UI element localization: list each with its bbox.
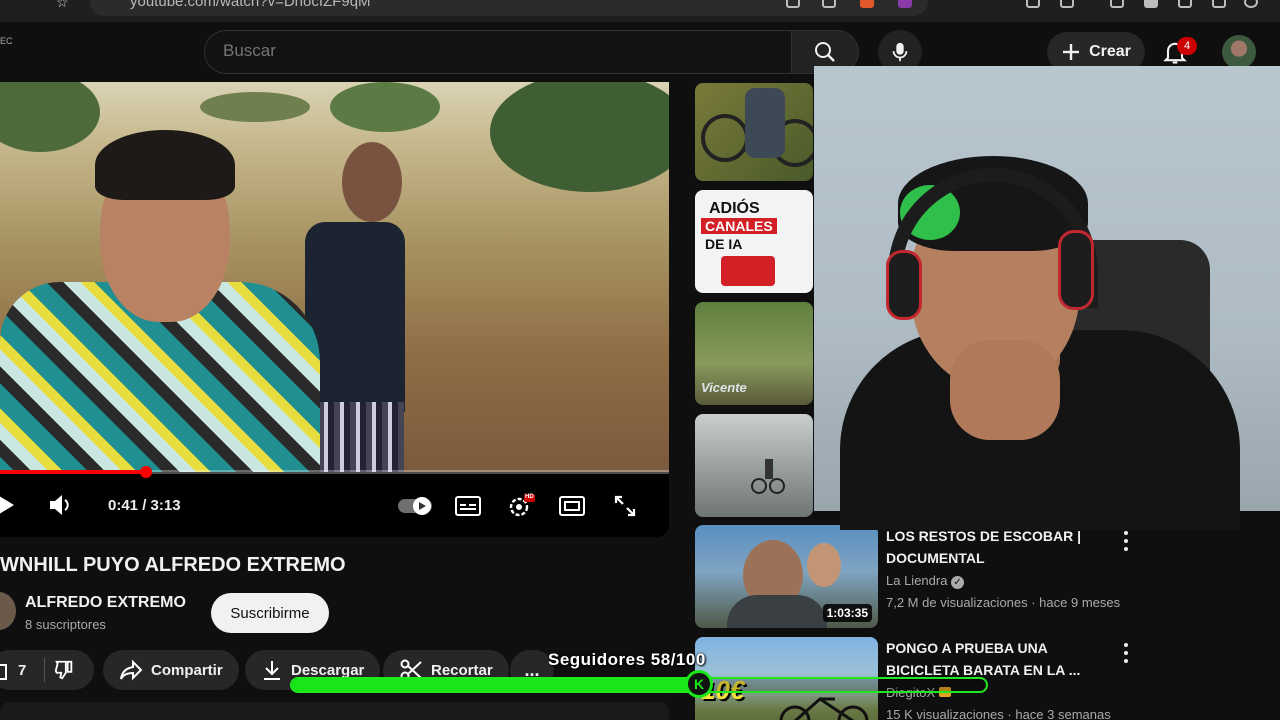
thumbnail-caption: Vicente [701,380,747,395]
settings-button[interactable]: HD [507,494,535,518]
share-arrow-icon [120,659,143,681]
thumbnail-text: ADIÓS [709,200,760,217]
extension-icon[interactable] [1178,0,1192,8]
more-options-icon[interactable] [1119,643,1133,663]
sad-robot-icon [721,256,775,286]
theater-mode-icon [559,496,585,516]
channel-name[interactable]: ALFREDO EXTREMO [25,594,186,612]
headset-ear-left [886,250,922,320]
time-display: 0:41 / 3:13 [108,497,181,514]
sidebar-video-thumbnail[interactable] [695,83,813,181]
autoplay-toggle[interactable] [398,496,434,516]
headset-ear-right [1058,230,1094,310]
microphone-icon [892,42,908,62]
search-input[interactable] [223,41,763,61]
like-button[interactable]: 7 [0,650,94,690]
extension-icon[interactable] [1110,0,1124,8]
like-count: 7 [18,661,27,679]
download-icon [264,661,280,680]
recommended-video-title[interactable]: PONGO A PRUEBA UNA BICICLETA BARATA EN L… [886,637,1096,681]
followers-goal-bar [290,677,988,693]
recommended-video-meta: 7,2 M de visualizaciones · hace 9 meses [886,595,1121,610]
sidebar-video-thumbnail[interactable] [695,414,813,517]
recommended-video-channel-name: La Liendra [886,573,948,588]
recommended-video[interactable]: 1:03:35 LOS RESTOS DE ESCOBAR | DOCUMENT… [695,525,1135,629]
channel-subscriber-count: 8 suscriptores [25,617,106,632]
theater-mode-button[interactable] [559,496,585,516]
extension-icon[interactable] [1244,0,1258,8]
video-duration: 1:03:35 [822,604,872,622]
share-icon[interactable] [822,0,836,8]
followers-goal-fill [292,679,695,691]
extension-icon[interactable] [1144,0,1158,8]
description-box[interactable] [0,702,669,720]
bookmark-star-icon[interactable]: ☆ [56,0,69,11]
recommended-video-title[interactable]: LOS RESTOS DE ESCOBAR | DOCUMENTAL [886,525,1096,569]
thumbnail-text: CANALES [701,218,777,234]
subtitles-button[interactable] [455,496,481,516]
share-label: Compartir [151,661,223,679]
fullscreen-button[interactable] [613,494,637,518]
seek-bar-handle[interactable] [140,466,152,478]
subtitles-icon [455,496,481,516]
kick-logo-letter: K [693,676,705,692]
thumbs-down-icon [55,660,73,680]
extension-icon[interactable] [1026,0,1040,8]
fullscreen-icon [614,495,636,517]
thumbnail-text: DE IA [705,236,743,252]
thumbs-up-icon [0,664,7,680]
notifications-count-badge: 4 [1177,37,1197,55]
verified-check-icon: ✓ [951,576,965,589]
play-button[interactable] [0,492,16,518]
brave-rewards-icon[interactable] [898,0,912,8]
video-player[interactable]: 0:41 / 3:13 HD [0,82,669,537]
followers-goal-label: Seguidores 58/100 [548,650,706,669]
search-icon [815,42,835,62]
more-actions-label: ... [524,660,540,680]
plus-icon [1063,44,1080,60]
webcam-person-hand [950,340,1060,440]
seek-bar-played [0,470,146,474]
subscribe-button[interactable]: Suscribirme [211,593,329,633]
brave-shield-icon[interactable] [860,0,874,8]
recommended-video-meta: 15 K visualizaciones · hace 3 semanas [886,707,1111,720]
install-icon[interactable] [786,0,800,8]
create-label: Crear [1089,43,1131,60]
kick-logo-icon: K [685,670,713,698]
account-avatar[interactable] [1222,35,1256,69]
download-label: Descargar [291,661,365,679]
recommended-video-channel[interactable]: La Liendra ✓ [886,573,965,589]
volume-button[interactable] [48,492,72,518]
video-frame[interactable] [0,82,669,472]
extension-icon[interactable] [1060,0,1074,8]
country-code: EC [0,36,13,46]
video-title: WNHILL PUYO ALFREDO EXTREMO [0,554,346,576]
autoplay-toggle-icon [398,497,432,515]
extension-icon[interactable] [1212,0,1226,8]
browser-toolbar: ☆ youtube.com/watch?v=DnocIZF9qM [0,0,1280,22]
share-button[interactable]: Compartir [103,650,239,690]
volume-icon [50,495,69,515]
sidebar-video-thumbnail[interactable]: Vicente [695,302,813,405]
recommended-video-thumbnail[interactable]: 1:03:35 [695,525,878,628]
more-options-icon[interactable] [1119,531,1133,551]
play-icon [0,496,14,514]
sidebar-video-thumbnail[interactable]: ADIÓS CANALES DE IA [695,190,813,293]
channel-avatar[interactable] [0,592,16,630]
player-controls: 0:41 / 3:13 HD [0,482,669,530]
search-box[interactable] [204,30,792,74]
clip-label: Recortar [431,661,493,679]
address-bar-url[interactable]: youtube.com/watch?v=DnocIZF9qM [130,0,371,10]
hd-badge: HD [525,494,534,500]
